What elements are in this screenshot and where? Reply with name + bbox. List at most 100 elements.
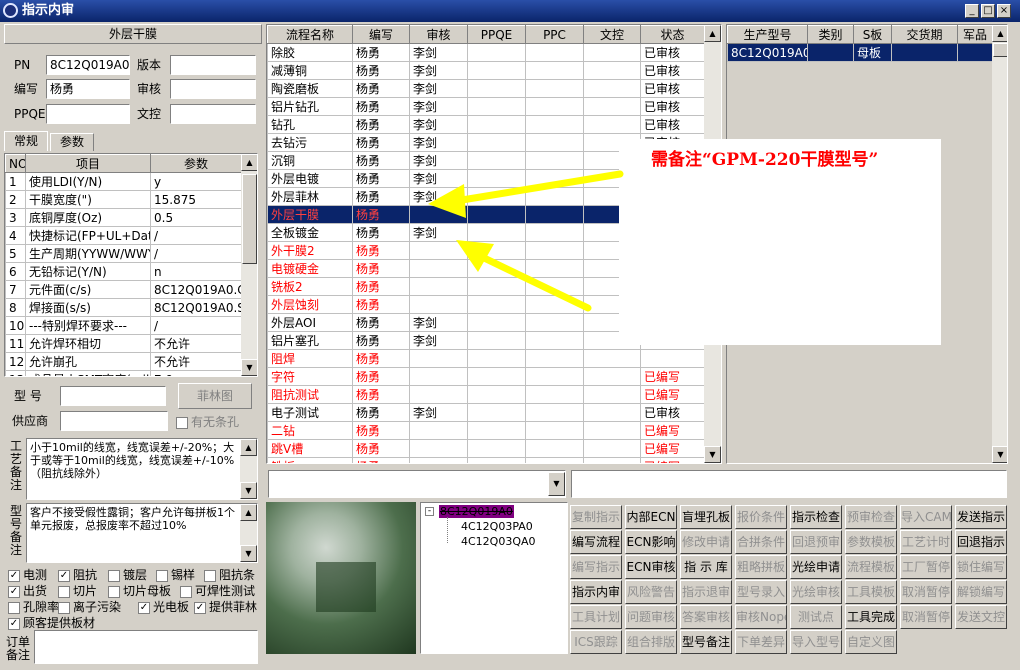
flow-cell-reviewer[interactable]: 李剑: [409, 115, 468, 134]
params-cell-item[interactable]: 焊接面(s/s): [25, 298, 151, 317]
flow-cell-empty[interactable]: [525, 43, 584, 62]
flow-row[interactable]: 阻抗测试 杨勇 已编写: [267, 385, 705, 404]
flow-cell-name[interactable]: 钻孔: [267, 115, 353, 134]
flow-cell-empty[interactable]: [467, 403, 526, 422]
checkbox-item[interactable]: 离子污染: [58, 598, 121, 615]
params-header-item[interactable]: 项目: [25, 154, 151, 173]
flow-cell-name[interactable]: 去钻污: [267, 133, 353, 152]
params-cell-value[interactable]: 7.9: [150, 370, 242, 376]
check-icon[interactable]: ✓: [8, 617, 20, 630]
checkbox-box[interactable]: [176, 416, 188, 429]
flow-cell-name[interactable]: 外干膜2: [267, 241, 353, 260]
flow-cell-name[interactable]: 铣板: [267, 457, 353, 463]
flow-cell-name[interactable]: 外层干膜: [267, 205, 353, 224]
checkbox-item[interactable]: ✓ 光电板: [138, 598, 189, 615]
flow-cell-status[interactable]: 已编写: [640, 421, 705, 440]
params-header-value[interactable]: 参数: [150, 154, 242, 173]
params-cell-no[interactable]: 6: [5, 262, 26, 281]
flow-cell-empty[interactable]: [525, 385, 584, 404]
flow-header[interactable]: 编写: [352, 25, 410, 44]
scroll-up-icon[interactable]: ▲: [241, 154, 257, 171]
tab-params[interactable]: 参数: [50, 133, 94, 151]
check-icon[interactable]: ✓: [194, 601, 206, 614]
params-cell-value[interactable]: 15.875: [150, 190, 242, 209]
scroll-up-icon[interactable]: ▲: [240, 439, 257, 456]
flow-cell-empty[interactable]: [467, 43, 526, 62]
flow-cell-empty[interactable]: [467, 439, 526, 458]
flow-cell-name[interactable]: 外层菲林: [267, 187, 353, 206]
flow-cell-status[interactable]: 已编写: [640, 439, 705, 458]
toolbar-button[interactable]: 组合排版: [625, 630, 677, 654]
flow-cell-empty[interactable]: [583, 115, 641, 134]
flow-cell-empty[interactable]: [583, 457, 641, 463]
scroll-thumb[interactable]: [993, 43, 1007, 57]
flow-cell-name[interactable]: 铝片塞孔: [267, 331, 353, 350]
flow-cell-writer[interactable]: 杨勇: [352, 133, 410, 152]
params-cell-item[interactable]: 元件面(c/s): [25, 280, 151, 299]
flow-cell-status[interactable]: 已审核: [640, 97, 705, 116]
model-field[interactable]: [60, 386, 166, 406]
params-cell-no[interactable]: 5: [5, 244, 26, 263]
flow-cell-name[interactable]: 阻焊: [267, 349, 353, 368]
params-cell-value[interactable]: 8C12Q019A0.CS: [150, 280, 242, 299]
flow-cell-reviewer[interactable]: 李剑: [409, 133, 468, 152]
search-input[interactable]: [571, 470, 1007, 498]
pn-field[interactable]: 8C12Q019A0: [46, 55, 130, 75]
product-header[interactable]: 生产型号: [727, 25, 808, 44]
flow-cell-reviewer[interactable]: 李剑: [409, 331, 468, 350]
flow-select[interactable]: [268, 470, 566, 498]
toolbar-button[interactable]: 参数模板: [845, 530, 897, 554]
toolbar-button[interactable]: 测试点: [790, 605, 842, 629]
flow-cell-writer[interactable]: 杨勇: [352, 367, 410, 386]
scroll-down-icon[interactable]: ▼: [992, 446, 1007, 463]
flow-cell-writer[interactable]: 杨勇: [352, 403, 410, 422]
product-header[interactable]: 军品: [957, 25, 993, 44]
flow-cell-empty[interactable]: [467, 97, 526, 116]
flow-cell-reviewer[interactable]: [409, 457, 468, 463]
toolbar-button[interactable]: 审核Nope: [735, 605, 787, 629]
scroll-down-icon[interactable]: ▼: [240, 545, 257, 562]
film-view-button[interactable]: 菲林图: [178, 383, 252, 409]
flow-cell-name[interactable]: 减薄铜: [267, 61, 353, 80]
flow-cell-name[interactable]: 外层蚀刻: [267, 295, 353, 314]
params-cell-no[interactable]: 3: [5, 208, 26, 227]
craft-note-text[interactable]: 小于10mil的线宽，线宽误差+/-20%；大于或等于10mil的线宽，线宽误差…: [26, 438, 258, 500]
checkbox-item[interactable]: 切片: [58, 582, 97, 599]
toolbar-button[interactable]: 风险警告: [625, 580, 677, 604]
params-header-no[interactable]: NO: [5, 154, 26, 173]
flow-cell-empty[interactable]: [467, 331, 526, 350]
flow-cell-empty[interactable]: [525, 421, 584, 440]
flow-cell-empty[interactable]: [467, 421, 526, 440]
toolbar-button[interactable]: 工厂暂停: [900, 555, 952, 579]
flow-cell-empty[interactable]: [583, 439, 641, 458]
params-cell-item[interactable]: 无铅标记(Y/N): [25, 262, 151, 281]
params-cell-no[interactable]: 13: [5, 370, 26, 376]
params-cell-no[interactable]: 4: [5, 226, 26, 245]
craft-note-scrollbar[interactable]: ▲ ▼: [240, 439, 257, 499]
params-cell-value[interactable]: /: [150, 244, 242, 263]
scroll-thumb[interactable]: [242, 174, 257, 264]
checkbox-item[interactable]: 镀层: [108, 566, 147, 583]
flow-row[interactable]: 陶瓷磨板 杨勇 李剑 已审核: [267, 79, 705, 98]
flow-header[interactable]: 状态: [640, 25, 705, 44]
checkbox-item[interactable]: 可焊性测试: [180, 582, 255, 599]
toolbar-button[interactable]: ECN审核: [625, 555, 677, 579]
ppqe-field[interactable]: [46, 104, 130, 124]
flow-cell-reviewer[interactable]: [409, 349, 468, 368]
product-cell-s[interactable]: 母板: [853, 43, 892, 62]
flow-cell-status[interactable]: [640, 349, 705, 368]
params-scrollbar[interactable]: ▲ ▼: [241, 154, 257, 376]
flow-header[interactable]: 流程名称: [267, 25, 353, 44]
flow-cell-empty[interactable]: [583, 385, 641, 404]
toolbar-button[interactable]: 报价条件: [735, 505, 787, 529]
flow-cell-writer[interactable]: 杨勇: [352, 457, 410, 463]
params-row[interactable]: 13成品最小SMT宽度(mil)7.9: [5, 370, 242, 376]
flow-cell-empty[interactable]: [467, 367, 526, 386]
toolbar-button[interactable]: 导入CAM: [900, 505, 952, 529]
checkbox-box[interactable]: [58, 585, 70, 598]
flow-cell-name[interactable]: 铝片钻孔: [267, 97, 353, 116]
flow-cell-name[interactable]: 全板镀金: [267, 223, 353, 242]
flow-cell-writer[interactable]: 杨勇: [352, 223, 410, 242]
flow-cell-writer[interactable]: 杨勇: [352, 205, 410, 224]
flow-cell-empty[interactable]: [467, 115, 526, 134]
